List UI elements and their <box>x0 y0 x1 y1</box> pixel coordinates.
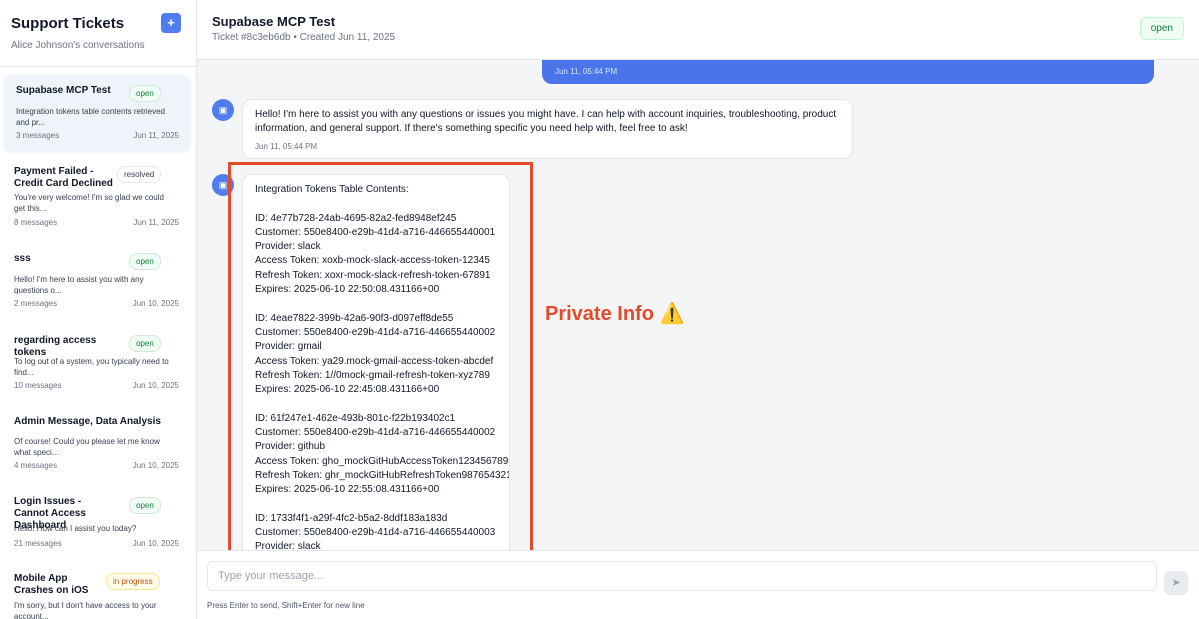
ticket-date: Jun 10, 2025 <box>132 461 179 470</box>
highlight-box <box>228 162 533 563</box>
ticket-item[interactable]: Login Issues - Cannot Access Dashboard o… <box>4 496 190 552</box>
ticket-preview: Of course! Could you please let me know … <box>14 437 160 457</box>
ticket-sidebar: Support Tickets Alice Johnson's conversa… <box>0 0 197 619</box>
ticket-title: sss <box>14 253 31 264</box>
ticket-title: Supabase MCP Test <box>16 85 111 96</box>
ticket-item[interactable]: Supabase MCP Test open Integration token… <box>4 75 190 151</box>
ticket-preview: You're very welcome! I'm so glad we coul… <box>14 193 164 213</box>
sidebar-subtitle: Alice Johnson's conversations <box>11 40 145 51</box>
bot-message-bubble: Hello! I'm here to assist you with any q… <box>242 99 853 159</box>
ticket-title: Mobile App Crashes on iOS <box>14 573 89 596</box>
message-count: 10 messages <box>14 381 62 390</box>
message-input[interactable] <box>207 561 1157 591</box>
user-message-bubble: Jun 11, 05:44 PM <box>542 60 1154 84</box>
ticket-preview: To log out of a system, you typically ne… <box>14 357 169 377</box>
ticket-title: Payment Failed - Credit Card Declined <box>14 166 113 189</box>
ticket-item[interactable]: Mobile App Crashes on iOS in progress I'… <box>4 573 190 619</box>
ticket-title-heading: Supabase MCP Test <box>212 14 336 29</box>
message-count: 21 messages <box>14 539 62 548</box>
status-badge: open <box>129 335 161 352</box>
message-count: 3 messages <box>16 131 60 140</box>
ticket-item[interactable]: Payment Failed - Credit Card Declined re… <box>4 166 190 232</box>
ticket-meta: Ticket #8c3eb6db • Created Jun 11, 2025 <box>212 32 396 43</box>
message-timestamp: Jun 11, 05:44 PM <box>555 67 618 76</box>
sidebar-title: Support Tickets <box>11 15 125 32</box>
ticket-header: Supabase MCP Test Ticket #8c3eb6db • Cre… <box>197 0 1199 60</box>
ticket-date: Jun 10, 2025 <box>132 539 179 548</box>
ticket-item[interactable]: Admin Message, Data Analysis Of course! … <box>4 416 190 476</box>
ticket-date: Jun 11, 2025 <box>133 218 179 227</box>
status-badge: resolved <box>117 166 162 183</box>
ticket-date: Jun 10, 2025 <box>132 299 179 308</box>
message-count: 4 messages <box>14 461 58 470</box>
status-badge: open <box>129 497 161 514</box>
ticket-item[interactable]: sss open Hello! I'm here to assist you w… <box>4 253 190 313</box>
ticket-preview: Hello! I'm here to assist you with any q… <box>14 275 144 295</box>
send-button[interactable]: ➤ <box>1164 571 1188 595</box>
message-count: 8 messages <box>14 218 58 227</box>
ticket-preview: Hello! How can I assist you today? <box>14 524 137 533</box>
ticket-preview: I'm sorry, but I don't have access to yo… <box>14 601 157 619</box>
ticket-item[interactable]: regarding access tokens open To log out … <box>4 335 190 395</box>
message-count: 2 messages <box>14 299 58 308</box>
bot-message-text: Hello! I'm here to assist you with any q… <box>255 109 837 134</box>
ticket-preview: Integration tokens table contents retrie… <box>16 107 165 127</box>
ticket-date: Jun 10, 2025 <box>132 381 179 390</box>
status-badge: in progress <box>106 573 160 590</box>
status-badge: open <box>129 85 161 102</box>
status-badge: open <box>129 253 161 270</box>
message-composer: ➤ Press Enter to send, Shift+Enter for n… <box>197 550 1199 619</box>
ticket-status-badge[interactable]: open <box>1139 17 1184 40</box>
ticket-date: Jun 11, 2025 <box>133 131 179 140</box>
private-info-label: Private Info ⚠️ <box>545 303 685 325</box>
composer-hint: Press Enter to send, Shift+Enter for new… <box>207 601 365 610</box>
bot-avatar-icon: ▣ <box>212 99 234 121</box>
ticket-title: Admin Message, Data Analysis <box>14 416 161 427</box>
message-timestamp: Jun 11, 05:44 PM <box>255 142 318 151</box>
sidebar-header: Support Tickets Alice Johnson's conversa… <box>0 0 196 67</box>
new-ticket-button[interactable]: + <box>161 13 181 33</box>
